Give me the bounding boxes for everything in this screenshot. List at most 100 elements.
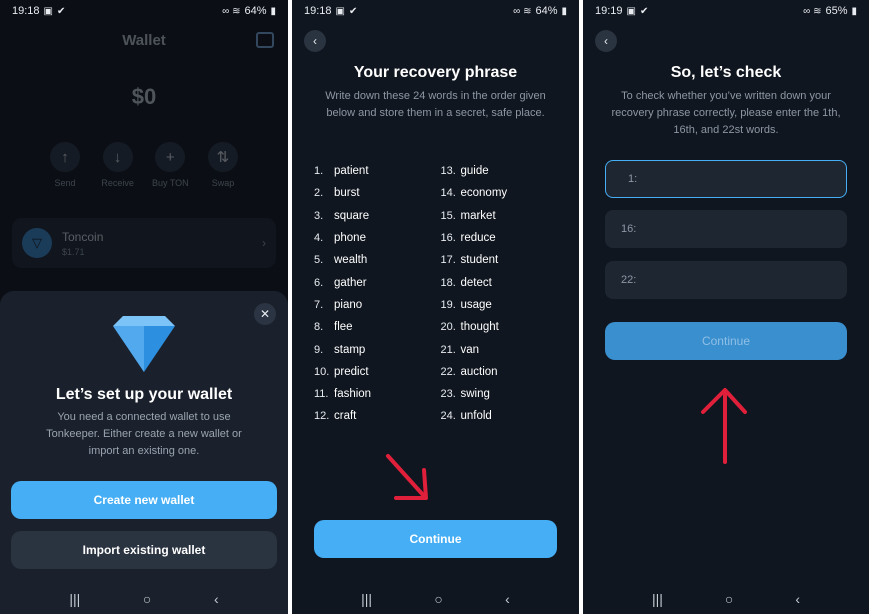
arrow-up-icon: ↑ — [50, 142, 80, 172]
word-number: 20. — [440, 321, 456, 334]
token-row-toncoin[interactable]: ▽ Toncoin $1.71 › — [12, 218, 276, 268]
word-text: phone — [334, 232, 366, 245]
recovery-word-item: 6. gather — [314, 271, 441, 293]
recovery-word-item: 19. usage — [441, 294, 568, 316]
word-number: 15. — [440, 209, 456, 222]
word-text: unfold — [460, 410, 492, 423]
toncoin-icon: ▽ — [22, 228, 52, 258]
recovery-word-item: 2. burst — [314, 182, 441, 204]
gallery-icon: ▣ — [43, 5, 53, 17]
back-button[interactable]: ‹ — [595, 30, 617, 52]
receive-label: Receive — [101, 178, 134, 188]
recovery-word-item: 15. market — [441, 205, 568, 227]
continue-button[interactable]: Continue — [605, 322, 847, 360]
recovery-word-item: 17. student — [441, 249, 568, 271]
wifi-icon: ∞ ≋ — [222, 5, 241, 17]
battery-icon: ▮ — [561, 5, 567, 17]
word-1-input[interactable]: 1: — [605, 160, 847, 198]
word-number: 2. — [314, 187, 324, 200]
battery-level: 64% — [244, 5, 267, 17]
receive-button[interactable]: ↓ Receive — [93, 142, 143, 188]
home-icon[interactable]: ○ — [725, 591, 733, 607]
token-name: Toncoin — [62, 229, 104, 244]
recents-icon[interactable]: ||| — [652, 591, 663, 607]
swap-icon: ⇅ — [207, 142, 238, 172]
word-text: square — [334, 209, 370, 222]
word-16-label: 16: — [621, 223, 637, 235]
recovery-word-item: 18. detect — [441, 271, 568, 293]
word-number: 24. — [440, 410, 456, 423]
import-existing-wallet-button[interactable]: Import existing wallet — [11, 531, 277, 569]
buy-ton-button[interactable]: + Buy TON — [145, 142, 195, 188]
ton-diamond-icon — [113, 316, 175, 372]
recovery-word-item: 21. van — [441, 338, 568, 360]
word-text: gather — [334, 276, 367, 289]
red-arrow-down-icon — [386, 454, 428, 500]
word-number: 14. — [440, 187, 456, 200]
word-22-input[interactable]: 22: — [605, 261, 847, 299]
recovery-word-item: 22. auction — [441, 361, 568, 383]
plus-icon: + — [155, 142, 186, 172]
word-number: 9. — [314, 343, 324, 356]
swap-button[interactable]: ⇅ Swap — [198, 142, 248, 188]
wallet-setup-screen: 19:18 ▣ ✔ ∞ ≋ 64% ▮ Wallet $0 ↑ Send ↓ R… — [0, 0, 288, 614]
recovery-word-item: 7. piano — [314, 294, 441, 316]
home-icon[interactable]: ○ — [434, 591, 442, 607]
back-icon[interactable]: ‹ — [214, 591, 219, 607]
recovery-word-item: 24. unfold — [441, 405, 568, 427]
gallery-icon: ▣ — [335, 5, 345, 17]
recovery-word-item: 12. craft — [314, 405, 441, 427]
close-icon[interactable]: ✕ — [254, 303, 276, 325]
recovery-word-item: 23. swing — [441, 383, 568, 405]
back-icon[interactable]: ‹ — [505, 591, 510, 607]
wallet-actions: ↑ Send ↓ Receive + Buy TON ⇅ Swap — [40, 142, 248, 188]
word-text: market — [460, 209, 496, 222]
word-number: 21. — [440, 343, 456, 356]
back-icon[interactable]: ‹ — [795, 591, 800, 607]
create-new-wallet-button[interactable]: Create new wallet — [11, 481, 277, 519]
battery-level: 64% — [535, 5, 558, 17]
recents-icon[interactable]: ||| — [69, 591, 80, 607]
status-time: 19:18 — [304, 5, 332, 17]
word-text: guide — [460, 165, 489, 178]
status-time: 19:19 — [595, 5, 623, 17]
word-number: 17. — [440, 254, 456, 267]
recovery-words-list: 1. patient 2. burst 3. square 4. phone 5. wealth 6… — [314, 160, 567, 428]
home-icon[interactable]: ○ — [143, 591, 151, 607]
balance-amount: $0 — [131, 84, 157, 109]
word-number: 5. — [314, 254, 324, 267]
recovery-word-item: 8. flee — [314, 316, 441, 338]
word-text: flee — [334, 321, 353, 334]
word-number: 8. — [314, 321, 324, 334]
check-icon: ✔ — [639, 5, 649, 17]
system-nav-bar: ||| ○ ‹ — [583, 584, 869, 614]
word-number: 3. — [314, 209, 324, 222]
recovery-word-item: 20. thought — [441, 316, 568, 338]
word-text: swing — [460, 388, 490, 401]
wallet-title: Wallet — [122, 32, 166, 49]
page-description: Write down these 24 words in the order g… — [325, 90, 546, 119]
word-number: 11. — [314, 388, 329, 401]
word-number: 12. — [314, 410, 330, 423]
wifi-icon: ∞ ≋ — [803, 5, 822, 17]
word-text: stamp — [334, 343, 366, 356]
back-button[interactable]: ‹ — [304, 30, 326, 52]
word-number: 4. — [314, 232, 324, 245]
status-bar: 19:19 ▣ ✔ ∞ ≋ 65% ▮ — [583, 0, 869, 22]
word-number: 23. — [440, 388, 456, 401]
status-bar: 19:18 ▣ ✔ ∞ ≋ 64% ▮ — [0, 0, 288, 22]
word-22-label: 22: — [621, 274, 637, 286]
sheet-title: Let’s set up your wallet — [55, 386, 233, 403]
word-text: thought — [460, 321, 499, 334]
sheet-description: You need a connected wallet to use Tonke… — [46, 411, 242, 457]
send-button[interactable]: ↑ Send — [40, 142, 90, 188]
word-16-input[interactable]: 16: — [605, 210, 847, 248]
swap-label: Swap — [211, 178, 235, 188]
continue-button[interactable]: Continue — [314, 520, 557, 558]
check-icon: ✔ — [348, 5, 358, 17]
buy-ton-label: Buy TON — [151, 178, 189, 188]
recovery-phrase-screen: 19:18 ▣ ✔ ∞ ≋ 64% ▮ ‹ Your recovery phra… — [292, 0, 579, 614]
scan-icon[interactable] — [256, 32, 274, 48]
recents-icon[interactable]: ||| — [361, 591, 372, 607]
battery-icon: ▮ — [851, 5, 857, 17]
